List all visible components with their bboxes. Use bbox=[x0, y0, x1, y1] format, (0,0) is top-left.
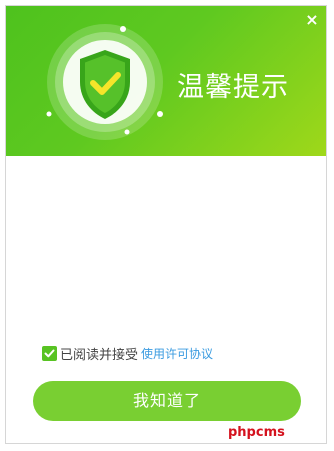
check-icon bbox=[44, 349, 55, 357]
watermark: phpcms bbox=[228, 425, 285, 440]
license-link[interactable]: 使用许可协议 bbox=[141, 345, 213, 362]
dialog-title: 温馨提示 bbox=[177, 72, 289, 103]
agreement-row: 已阅读并接受 使用许可协议 bbox=[42, 344, 213, 363]
agree-label: 已阅读并接受 bbox=[60, 347, 139, 363]
notice-dialog: 温馨提示 × 已阅读并接受 使用许可协议 我知道了 bbox=[5, 5, 327, 444]
close-button[interactable]: × bbox=[304, 12, 320, 28]
ok-button[interactable]: 我知道了 bbox=[33, 381, 301, 421]
shield-check-icon bbox=[46, 24, 163, 140]
agree-checkbox[interactable] bbox=[42, 345, 57, 361]
close-icon: × bbox=[305, 10, 319, 29]
dialog-header: 温馨提示 × bbox=[6, 6, 326, 156]
